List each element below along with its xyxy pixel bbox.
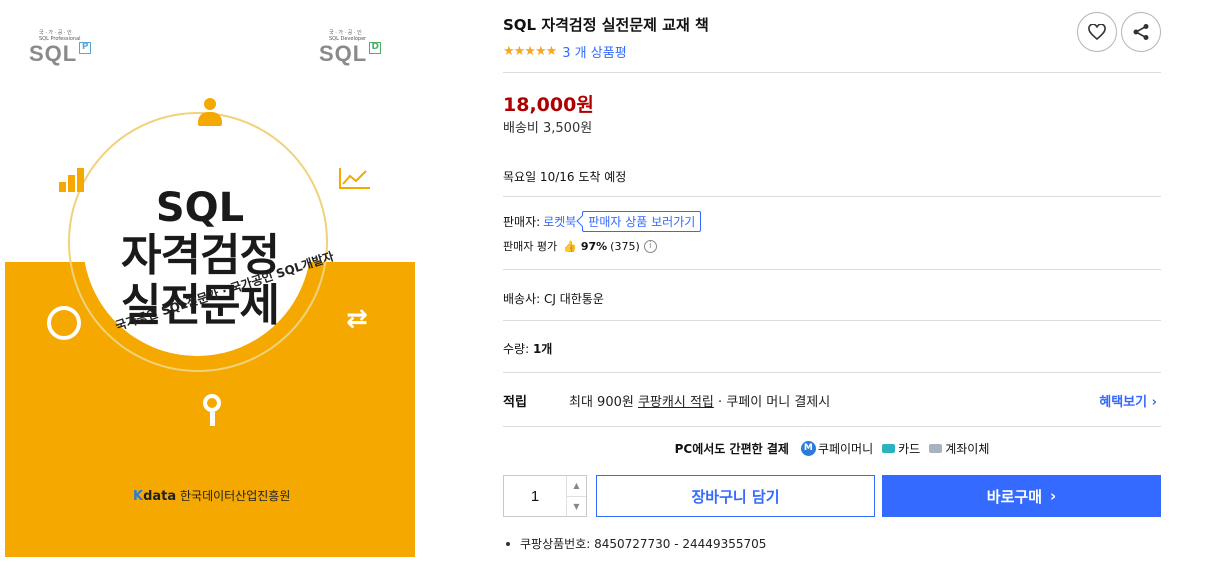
add-to-cart-label: 장바구니 담기 — [691, 487, 780, 506]
shipping-fee: 배송비 3,500원 — [503, 121, 593, 136]
divider — [503, 372, 1161, 373]
divider — [503, 426, 1161, 427]
quantity-value: 1개 — [532, 342, 553, 356]
divider — [503, 269, 1161, 270]
swap-arrows-icon: ⇄ — [346, 304, 368, 334]
quantity-decrease-icon[interactable]: ▼ — [567, 497, 586, 517]
logo-pro-text: SQL — [29, 41, 78, 66]
product-id: 쿠팡상품번호: 8450727730 - 24449355705 — [520, 537, 767, 551]
line-chart-icon — [338, 166, 372, 190]
chevron-right-icon: › — [1050, 487, 1057, 505]
sql-developer-logo: 국 · 가 · 공 · 인 SQL Developer SQL D — [319, 30, 399, 70]
bank-transfer-icon — [929, 444, 943, 453]
cover-title-line1: SQL — [155, 185, 245, 231]
buy-now-label: 바로구매 — [986, 487, 1042, 506]
favorite-button[interactable] — [1077, 12, 1117, 52]
publisher-org: 한국데이터산업진흥원 — [179, 489, 291, 503]
reward-text: 최대 900원 쿠팡캐시 적립 · 쿠페이 머니 결제시 — [569, 391, 830, 410]
product-id-row: 쿠팡상품번호: 8450727730 - 24449355705 — [503, 535, 766, 552]
arrival-date: 목요일 10/16 도착 예정 — [503, 170, 627, 184]
divider — [503, 72, 1161, 73]
thumbs-up-icon: 👍 — [563, 239, 577, 253]
share-button[interactable] — [1121, 12, 1161, 52]
quantity-label-text: 수량: — [503, 342, 530, 356]
quantity-increase-icon[interactable]: ▲ — [567, 476, 586, 497]
seller-eval-label: 판매자 평가 — [503, 240, 558, 253]
logo-dev-text: SQL — [319, 41, 368, 66]
seller-row: 판매자: 로켓북 판매자 상품 보러가기 — [503, 211, 702, 232]
share-icon — [1133, 24, 1149, 40]
globe-icon — [47, 306, 81, 340]
bullet — [506, 541, 510, 546]
payment-lead: PC에서도 간편한 결제 — [674, 442, 789, 456]
info-icon[interactable]: i — [643, 239, 657, 253]
review-count-link[interactable]: 3 개 상품평 — [562, 42, 626, 61]
product-image[interactable]: 국 · 가 · 공 · 인 SQL Professional SQL P 국 · … — [5, 0, 415, 557]
seller-eval-pct: 97% — [580, 239, 608, 253]
payment-methods: PC에서도 간편한 결제 M 쿠페이머니 카드 계좌이체 — [503, 440, 1161, 457]
publisher-logo: Kdata 한국데이터산업진흥원 — [133, 489, 291, 504]
publisher-brand: data — [143, 489, 177, 504]
key-icon — [200, 394, 224, 428]
coupay-money-icon: M — [800, 441, 816, 456]
logo-pro-tag: P — [79, 42, 92, 54]
reward-label: 적립 — [503, 395, 527, 410]
buy-now-button[interactable]: 바로구매 › — [882, 475, 1161, 517]
heart-icon — [1088, 24, 1106, 40]
bank-transfer-label: 계좌이체 — [945, 442, 990, 456]
cover-title: SQL 자격검정 실전문제 — [100, 185, 300, 331]
card-label: 카드 — [898, 442, 921, 456]
reward-amount: 최대 900원 — [569, 395, 634, 410]
coupang-cash-link[interactable]: 쿠팡캐시 적립 — [638, 395, 714, 410]
seller-products-link[interactable]: 판매자 상품 보러가기 — [582, 211, 702, 232]
quantity-arrows: ▲ ▼ — [566, 476, 586, 516]
product-title: SQL 자격검정 실전문제 교재 책 — [503, 16, 709, 34]
person-icon — [197, 98, 223, 130]
seller-label: 판매자: — [503, 215, 541, 229]
seller-name-link[interactable]: 로켓북 — [543, 213, 576, 230]
benefit-link[interactable]: 혜택보기 › — [1099, 391, 1157, 410]
reward-condition: · 쿠페이 머니 결제시 — [718, 395, 831, 410]
price: 18,000원 — [503, 94, 594, 116]
quantity-label: 수량: 1개 — [503, 340, 552, 357]
add-to-cart-button[interactable]: 장바구니 담기 — [596, 475, 875, 517]
courier: 배송사: CJ 대한통운 — [503, 292, 604, 306]
divider — [503, 196, 1161, 197]
rating-row[interactable]: ★★★★★ 3 개 상품평 — [503, 42, 627, 61]
star-rating: ★★★★★ — [503, 44, 557, 59]
coupay-money-label: 쿠페이머니 — [817, 442, 874, 456]
sql-professional-logo: 국 · 가 · 공 · 인 SQL Professional SQL P — [29, 30, 109, 70]
logo-dev-tag: D — [369, 42, 382, 54]
seller-eval-count: (375) — [610, 239, 640, 253]
card-icon — [882, 444, 896, 453]
divider — [503, 320, 1161, 321]
quantity-stepper[interactable]: ▲ ▼ — [503, 475, 587, 517]
bar-chart-icon — [59, 160, 89, 192]
seller-eval-row: 판매자 평가 👍 97% (375) i — [503, 238, 657, 254]
quantity-input[interactable] — [504, 476, 566, 516]
